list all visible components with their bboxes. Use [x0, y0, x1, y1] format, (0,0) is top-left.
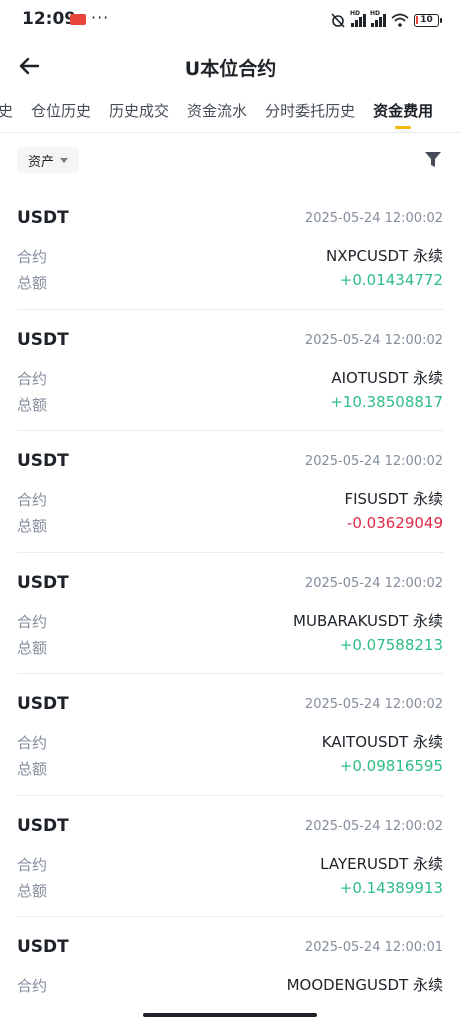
tab-position-history[interactable]: 仓位历史	[22, 96, 100, 126]
record-contract: AIOTUSDT 永续	[331, 368, 443, 387]
record-time: 2025-05-24 12:00:02	[304, 818, 443, 834]
contract-label: 合约	[17, 855, 48, 874]
amount-label: 总额	[17, 395, 48, 414]
record-time: 2025-05-24 12:00:02	[304, 575, 443, 591]
record-amount: +0.14389913	[339, 878, 443, 897]
tab-transaction-history[interactable]: 资金流水	[178, 96, 256, 126]
tab-order-history[interactable]: 史	[0, 96, 22, 126]
list-item[interactable]: USDT 2025-05-24 12:00:02 合约 KAITOUSDT 永续…	[0, 674, 461, 796]
list-item[interactable]: USDT 2025-05-24 12:00:02 合约 FISUSDT 永续 总…	[0, 431, 461, 553]
list-item[interactable]: USDT 2025-05-24 12:00:02 合约 NXPCUSDT 永续 …	[0, 188, 461, 310]
signal-2-icon: HD	[370, 10, 386, 27]
home-indicator[interactable]	[143, 1013, 317, 1017]
contract-label: 合约	[17, 734, 48, 752]
battery-icon: 10	[414, 13, 442, 27]
asset-filter-label: 资产	[28, 154, 55, 170]
record-asset: USDT	[17, 694, 69, 714]
amount-label: 总额	[17, 638, 48, 657]
list-item[interactable]: USDT 2025-05-24 12:00:02 合约 AIOTUSDT 永续 …	[0, 310, 461, 431]
record-contract: FISUSDT 永续	[344, 490, 443, 508]
record-time: 2025-05-24 12:00:02	[304, 332, 443, 348]
record-time: 2025-05-24 12:00:02	[304, 454, 443, 469]
page-title: U本位合约	[184, 58, 277, 80]
amount-label: 总额	[17, 760, 48, 778]
record-time: 2025-05-24 12:00:02	[304, 211, 443, 226]
amount-label: 总额	[17, 881, 48, 900]
record-amount: +0.07588213	[339, 635, 443, 654]
asset-filter-dropdown[interactable]: 资产	[17, 147, 80, 173]
status-bar: 12:09 ··· HD HD 10	[0, 0, 461, 40]
signal-1-icon: HD	[350, 10, 366, 27]
record-asset: USDT	[17, 815, 69, 836]
tab-trade-history[interactable]: 历史成交	[100, 96, 178, 126]
more-notifications-icon: ···	[91, 8, 110, 27]
list-item[interactable]: USDT 2025-05-24 12:00:02 合约 LAYERUSDT 永续…	[0, 796, 461, 917]
record-contract: NXPCUSDT 永续	[326, 247, 443, 265]
contract-label: 合约	[17, 369, 48, 388]
contract-label: 合约	[17, 977, 48, 995]
history-tabs: 史 仓位历史 历史成交 资金流水 分时委托历史 资金费用	[0, 96, 442, 132]
record-time: 2025-05-24 12:00:02	[304, 697, 443, 712]
status-time: 12:09	[22, 9, 77, 29]
notification-icon	[70, 14, 86, 25]
record-time: 2025-05-24 12:00:01	[304, 940, 443, 955]
record-asset: USDT	[17, 937, 69, 957]
tab-twap-history[interactable]: 分时委托历史	[256, 96, 364, 126]
tabs-divider	[0, 132, 461, 133]
contract-label: 合约	[17, 612, 48, 631]
contract-label: 合约	[17, 248, 48, 266]
record-contract: LAYERUSDT 永续	[320, 854, 443, 873]
funding-fee-list: USDT 2025-05-24 12:00:02 合约 NXPCUSDT 永续 …	[0, 188, 461, 1024]
record-contract: MOODENGUSDT 永续	[286, 976, 443, 994]
status-icons: HD HD 10	[330, 10, 442, 28]
amount-label: 总额	[17, 517, 48, 535]
record-asset: USDT	[17, 208, 69, 228]
record-asset: USDT	[17, 572, 69, 593]
caret-down-icon	[60, 158, 69, 163]
record-amount: +0.01434772	[339, 271, 443, 289]
record-contract: MUBARAKUSDT 永续	[293, 611, 443, 630]
record-amount: +0.09816595	[339, 757, 443, 775]
header: U本位合约	[0, 44, 461, 88]
record-contract: KAITOUSDT 永续	[321, 733, 443, 751]
list-item[interactable]: USDT 2025-05-24 12:00:02 合约 MUBARAKUSDT …	[0, 553, 461, 674]
record-amount: +10.38508817	[330, 392, 443, 411]
record-amount: -0.03629049	[346, 514, 443, 532]
record-asset: USDT	[17, 329, 69, 350]
filter-funnel-icon[interactable]	[425, 151, 441, 169]
tab-funding-fee[interactable]: 资金费用	[364, 96, 442, 129]
alarm-mute-icon	[331, 13, 345, 28]
record-asset: USDT	[17, 451, 69, 471]
contract-label: 合约	[17, 491, 48, 509]
amount-label: 总额	[17, 274, 48, 292]
wifi-icon	[391, 13, 409, 27]
